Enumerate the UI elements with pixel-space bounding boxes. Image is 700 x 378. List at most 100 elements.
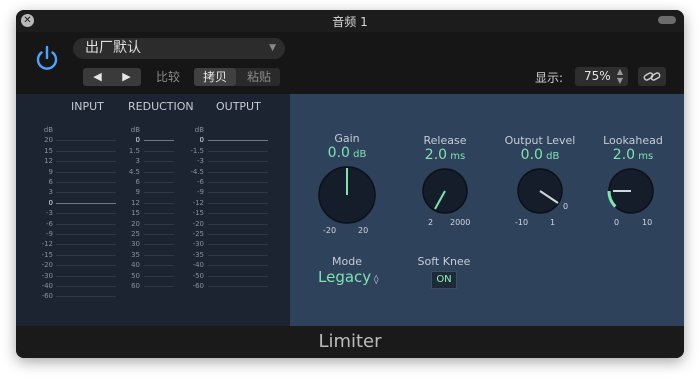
mode-select[interactable]: Legacy ◊	[318, 268, 378, 286]
view-label: 显示:	[535, 71, 564, 85]
input-meter-tick: -12	[41, 240, 53, 249]
reduction-meter-gridline	[144, 265, 174, 267]
reduction-meter-tick: 20	[131, 219, 140, 228]
input-meter-gridline	[56, 202, 116, 204]
reduction-meter-gridline	[144, 244, 174, 246]
reduction-meter-gridline	[144, 192, 174, 194]
output-meter-gridline	[208, 265, 268, 267]
release-knob[interactable]	[421, 167, 469, 215]
gain-label: Gain	[334, 132, 360, 145]
input-meter-tick: -60	[41, 292, 53, 301]
output-meter-gridline	[208, 171, 268, 173]
gain-value-display[interactable]: 0.0 dB	[304, 145, 390, 161]
power-icon[interactable]	[32, 43, 62, 73]
reduction-meter-tick: 0	[135, 136, 140, 145]
soft-knee-toggle[interactable]: ON	[431, 271, 457, 289]
input-meter-gridline	[56, 140, 116, 142]
reduction-meter-tick: 35	[131, 250, 140, 259]
output-meter-tick: dB	[194, 126, 204, 134]
paste-button[interactable]: 粘贴	[238, 68, 280, 86]
reduction-meter-tick: 4.5	[128, 167, 140, 176]
copy-button[interactable]: 拷贝	[194, 68, 236, 86]
output-meter-gridline	[208, 202, 268, 204]
output-meter-gridline	[208, 254, 268, 256]
input-meter-gridline	[56, 161, 116, 163]
reduction-meter-tick: 9	[135, 188, 140, 197]
output-meter-gridline	[208, 244, 268, 246]
zoom-select[interactable]: 75% ▲ ▼	[575, 67, 628, 86]
input-meter-tick: -40	[41, 282, 53, 290]
input-meter-tick: 15	[44, 146, 53, 155]
mode-label: Mode	[332, 255, 362, 268]
previous-preset-button[interactable]: ◀	[83, 68, 112, 86]
reduction-meter-gridline	[144, 286, 174, 287]
input-meter-tick: -20	[41, 261, 53, 270]
reduction-meter-tick: 40	[131, 261, 140, 270]
input-meter-gridline	[56, 254, 116, 256]
toolbar-toggle-button[interactable]	[658, 16, 676, 24]
release-value-display[interactable]: 2.0 ms	[402, 147, 488, 163]
input-meter-tick: 12	[44, 157, 53, 166]
gain-max-label: 20	[358, 226, 369, 235]
gain-value: 0.0	[327, 145, 350, 161]
input-meter-tick: -6	[46, 219, 53, 228]
lookahead-label: Lookahead	[603, 134, 663, 147]
output-level-value-display[interactable]: 0.0 dB	[497, 147, 583, 163]
output-level-zero-label: 0	[563, 202, 569, 211]
release-unit: ms	[450, 151, 466, 162]
reduction-meter-gridline	[144, 150, 174, 152]
release-value: 2.0	[424, 147, 448, 163]
compare-button[interactable]: 比较	[151, 68, 185, 86]
input-meter-gridline	[56, 234, 116, 235]
reduction-meter-tick: 50	[131, 271, 140, 280]
output-level-min-label: -10	[515, 218, 529, 227]
output-meter-tick: -60	[192, 282, 204, 290]
output-meter-gridline	[208, 161, 268, 163]
plugin-window: ✕ 音频 1 出厂默认 ▼ ◀ ▶ 比较 拷贝 粘贴 显示: 75% ▲ ▼ I…	[16, 10, 684, 358]
output-level-knob[interactable]	[516, 167, 564, 215]
output-meter-gridline	[208, 223, 268, 225]
lookahead-max-label: 10	[642, 218, 653, 227]
input-meter-tick: 0	[48, 198, 53, 207]
window-title: 音频 1	[332, 15, 368, 29]
reduction-meter-tick: 30	[131, 240, 140, 249]
lookahead-min-label: 0	[614, 218, 620, 227]
input-meter-tick: 9	[48, 167, 53, 176]
output-meter-tick: -50	[192, 271, 204, 280]
output-meter-label: OUTPUT	[216, 100, 261, 113]
output-meter-gridline	[208, 182, 268, 183]
input-meter-tick: 3	[48, 188, 53, 197]
lookahead-value-display[interactable]: 2.0 ms	[590, 147, 676, 163]
soft-knee-label: Soft Knee	[417, 255, 471, 268]
output-level-max-label: 1	[550, 218, 556, 227]
input-meter-gridline	[56, 286, 116, 287]
input-meter-gridline	[56, 171, 116, 173]
release-min-label: 2	[428, 218, 434, 227]
output-meter-tick: -1.5	[190, 146, 204, 155]
release-label: Release	[423, 134, 467, 147]
chevron-down-icon: ▼	[269, 43, 276, 53]
preset-navigation: ◀ ▶	[83, 68, 141, 86]
output-meter-gridline	[208, 275, 268, 277]
output-meter-tick: -30	[192, 240, 204, 249]
reduction-meter-tick: 25	[131, 230, 140, 238]
reduction-meter-tick: 1.5	[128, 146, 140, 155]
reduction-meter-gridline	[144, 234, 174, 235]
output-meter-tick: -9	[197, 188, 204, 197]
preset-menu[interactable]: 出厂默认 ▼	[73, 38, 285, 59]
link-icon[interactable]	[638, 67, 666, 86]
lookahead-unit: ms	[638, 151, 654, 162]
gain-knob[interactable]	[317, 165, 377, 225]
preset-name: 出厂默认	[85, 40, 141, 56]
plugin-name: Limiter	[318, 331, 382, 352]
output-level-unit: dB	[546, 151, 560, 162]
release-max-label: 2000	[450, 218, 471, 227]
lookahead-knob[interactable]	[607, 167, 655, 215]
input-meter-tick: -9	[46, 230, 53, 238]
reduction-meter-gridline	[144, 140, 174, 142]
reduction-meter-gridline	[144, 213, 174, 215]
next-preset-button[interactable]: ▶	[112, 68, 141, 86]
input-meter-tick: 6	[48, 178, 53, 186]
input-meter-tick: 20	[44, 136, 53, 145]
input-meter-gridline	[56, 244, 116, 246]
